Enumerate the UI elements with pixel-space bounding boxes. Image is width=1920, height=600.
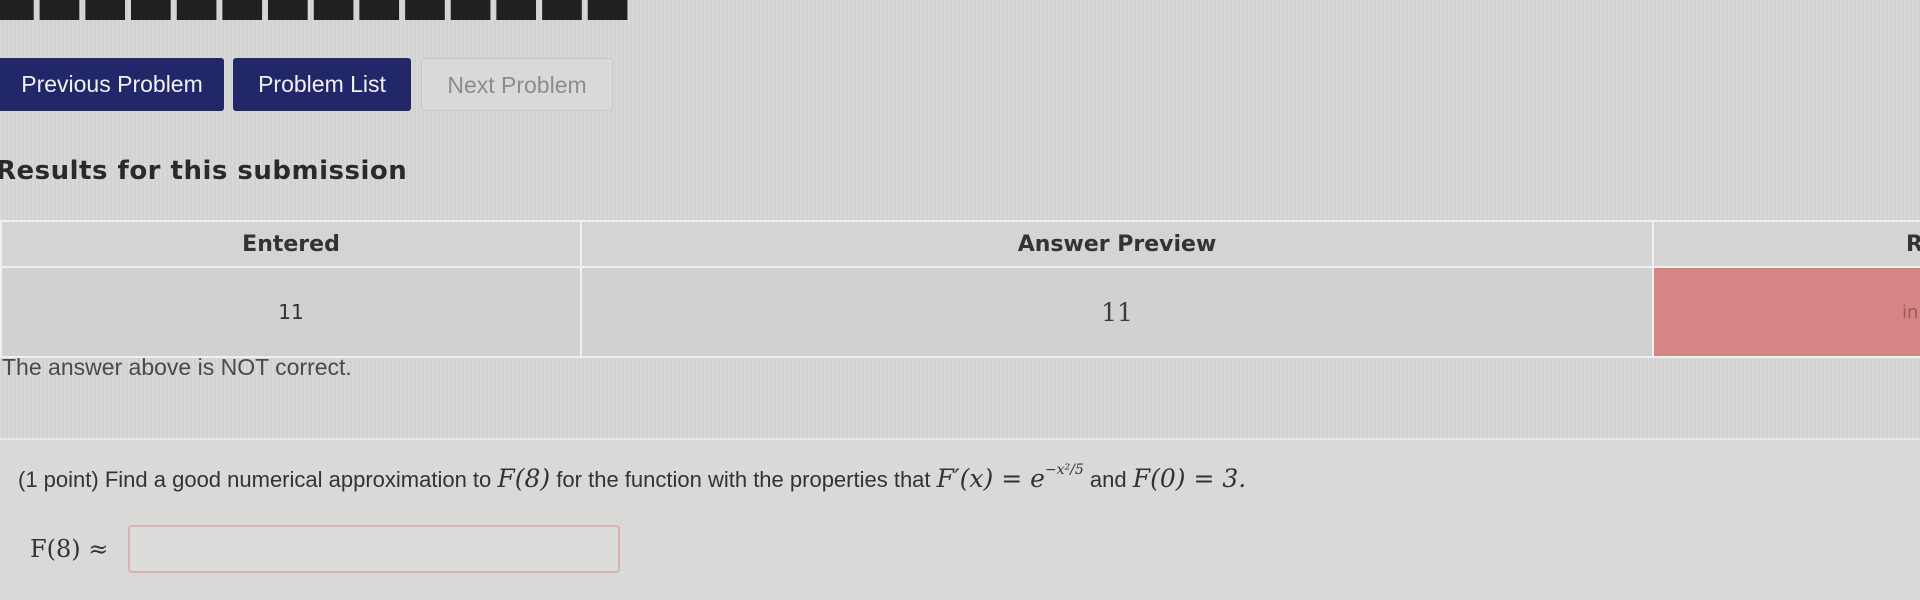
statement-text: and (1089, 467, 1127, 492)
entered-column-header: Entered (0, 220, 582, 268)
statement-text: Find a good numerical approximation to (104, 467, 492, 492)
feedback-message: The answer above is NOT correct. (2, 354, 352, 380)
derivative-exponent: −x²/5 (1044, 461, 1084, 478)
problem-panel: (1 point) Find a good numerical approxim… (0, 438, 1920, 600)
points-label: (1 point) (18, 467, 99, 492)
derivative-math: F′(x) = e−x²/5 (936, 461, 1084, 493)
result-column-header: R (1652, 220, 1920, 268)
results-heading: Results for this submission (0, 156, 408, 186)
table-row: 11 11 in (0, 266, 1920, 358)
results-header-row: Entered Answer Preview R (0, 220, 1920, 268)
answer-label: F(8) ≈ (30, 535, 109, 563)
problem-statement: (1 point) Find a good numerical approxim… (18, 461, 1247, 493)
result-cell-incorrect: in (1652, 266, 1920, 358)
answer-input[interactable] (128, 525, 620, 573)
previous-problem-button[interactable]: Previous Problem (0, 58, 224, 111)
next-problem-button: Next Problem (421, 58, 613, 111)
problem-list-button[interactable]: Problem List (233, 58, 411, 111)
initial-condition-math: F(0) = 3. (1132, 464, 1247, 493)
entered-cell: 11 (0, 266, 582, 358)
answer-preview-cell: 11 (580, 266, 1654, 358)
f8-math: F(8) (497, 464, 551, 493)
answer-preview-column-header: Answer Preview (580, 220, 1654, 268)
page-title-cropped: ██████████████ (0, 0, 1920, 20)
derivative-lhs: F′(x) = e (936, 464, 1045, 493)
results-table: Entered Answer Preview R 11 11 in (0, 220, 1920, 358)
statement-text: for the function with the properties tha… (556, 467, 931, 492)
